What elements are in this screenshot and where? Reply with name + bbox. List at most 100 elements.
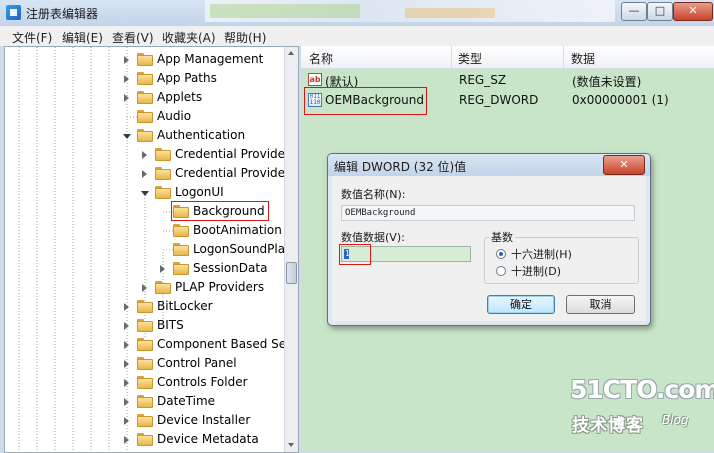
expand-arrow-icon[interactable] bbox=[124, 417, 129, 425]
tree-item[interactable]: Device Installer bbox=[5, 411, 283, 430]
hex-radio[interactable] bbox=[496, 249, 506, 259]
scrollbar-thumb[interactable] bbox=[286, 262, 297, 284]
selected-key-highlight bbox=[171, 201, 269, 221]
tree-item[interactable]: BITS bbox=[5, 316, 283, 335]
registry-tree[interactable]: App Management App Paths Applets Audio Authe… bbox=[4, 46, 299, 453]
tree-item-label: App Management bbox=[157, 52, 264, 66]
tree-item-label: Component Based Ser bbox=[157, 337, 292, 351]
value-name-field: OEMBackground bbox=[341, 205, 635, 221]
value-data: (数值未设置) bbox=[572, 75, 642, 89]
tree-item[interactable]: Control Panel bbox=[5, 354, 283, 373]
folder-icon bbox=[173, 243, 189, 256]
dialog-body: 数值名称(N): OEMBackground 数值数据(V): 1 基数 十六进… bbox=[332, 176, 646, 321]
folder-icon bbox=[155, 281, 171, 294]
folder-icon bbox=[137, 53, 153, 66]
tree-item[interactable]: App Paths bbox=[5, 69, 283, 88]
tree-item[interactable]: Component Based Ser bbox=[5, 335, 291, 354]
expand-arrow-icon[interactable] bbox=[124, 398, 129, 406]
cancel-button[interactable]: 取消 bbox=[566, 295, 635, 314]
folder-icon bbox=[137, 300, 153, 313]
menu-file[interactable]: 文件(F) bbox=[12, 29, 52, 46]
expand-arrow-icon[interactable] bbox=[142, 284, 147, 292]
expand-arrow-icon[interactable] bbox=[124, 75, 129, 83]
tree-vertical-scrollbar[interactable] bbox=[284, 47, 298, 452]
tree-item[interactable]: Authentication bbox=[5, 126, 283, 145]
folder-icon bbox=[137, 414, 153, 427]
column-type-header[interactable]: 类型 bbox=[458, 50, 482, 67]
folder-icon bbox=[137, 129, 153, 142]
column-name-header[interactable]: 名称 bbox=[309, 50, 333, 67]
tree-item-label: BITS bbox=[157, 318, 184, 332]
decimal-radio-label[interactable]: 十进制(D) bbox=[511, 263, 561, 279]
collapse-arrow-icon[interactable] bbox=[141, 191, 149, 196]
tree-item[interactable]: BitLocker bbox=[5, 297, 283, 316]
tree-item-label: Authentication bbox=[157, 128, 246, 142]
value-name-label: 数值名称(N): bbox=[341, 188, 406, 201]
folder-icon bbox=[155, 167, 171, 180]
tree-item-label: Credential Provider bbox=[175, 166, 290, 180]
tree-item-label: Device Installer bbox=[157, 413, 251, 427]
expand-arrow-icon[interactable] bbox=[124, 360, 129, 368]
list-header: 名称 类型 数据 bbox=[301, 46, 714, 69]
tree-item-label: LogonUI bbox=[175, 185, 224, 199]
edit-dword-dialog: 编辑 DWORD (32 位)值 ✕ 数值名称(N): OEMBackgroun… bbox=[327, 153, 651, 326]
hex-radio-label[interactable]: 十六进制(H) bbox=[511, 246, 572, 262]
tree-item[interactable]: Background bbox=[5, 201, 283, 221]
expand-arrow-icon[interactable] bbox=[124, 322, 129, 330]
menu-view[interactable]: 查看(V) bbox=[112, 29, 154, 46]
tree-item[interactable]: Credential Provider bbox=[5, 145, 290, 164]
expand-arrow-icon[interactable] bbox=[142, 170, 147, 178]
tree-item[interactable]: BootAnimation bbox=[5, 221, 283, 240]
background-window-strip bbox=[205, 0, 615, 22]
folder-icon bbox=[137, 338, 153, 351]
tree-item-label: BootAnimation bbox=[193, 223, 282, 237]
tree-item-label: PLAP Providers bbox=[175, 280, 265, 294]
dialog-title-bar[interactable]: 编辑 DWORD (32 位)值 ✕ bbox=[328, 154, 650, 176]
menu-help[interactable]: 帮助(H) bbox=[224, 29, 266, 46]
tree-item[interactable]: Applets bbox=[5, 88, 283, 107]
expand-arrow-icon[interactable] bbox=[124, 436, 129, 444]
tree-item-label: BitLocker bbox=[157, 299, 213, 313]
tree-item[interactable]: Audio bbox=[5, 107, 283, 126]
tree-item-label: Credential Provider bbox=[175, 147, 290, 161]
title-bar: 注册表编辑器 — □ ✕ bbox=[0, 0, 714, 27]
tree-item-label: Applets bbox=[157, 90, 203, 104]
regedit-app-icon bbox=[6, 5, 21, 20]
menu-bar: 文件(F) 编辑(E) 查看(V) 收藏夹(A) 帮助(H) bbox=[0, 26, 714, 47]
expand-arrow-icon[interactable] bbox=[124, 379, 129, 387]
menu-edit[interactable]: 编辑(E) bbox=[62, 29, 103, 46]
folder-icon bbox=[137, 395, 153, 408]
tree-item[interactable]: PLAP Providers bbox=[5, 278, 283, 297]
tree-item[interactable]: SessionData bbox=[5, 259, 283, 278]
column-data-header[interactable]: 数据 bbox=[571, 50, 595, 67]
menu-favorites[interactable]: 收藏夹(A) bbox=[162, 29, 216, 46]
tree-item[interactable]: Device Metadata bbox=[5, 430, 283, 449]
expand-arrow-icon[interactable] bbox=[124, 303, 129, 311]
tree-item[interactable]: Credential Provider bbox=[5, 164, 290, 183]
base-group-title: 基数 bbox=[489, 229, 515, 245]
expand-arrow-icon[interactable] bbox=[160, 265, 165, 273]
folder-icon bbox=[137, 319, 153, 332]
collapse-arrow-icon[interactable] bbox=[123, 134, 131, 139]
expand-arrow-icon[interactable] bbox=[142, 151, 147, 159]
tree-item-label: Controls Folder bbox=[157, 375, 248, 389]
tree-item[interactable]: Controls Folder bbox=[5, 373, 283, 392]
tree-item-label: SessionData bbox=[193, 261, 268, 275]
expand-arrow-icon[interactable] bbox=[124, 341, 129, 349]
tree-item[interactable]: LogonSoundPlay bbox=[5, 240, 292, 259]
expand-arrow-icon[interactable] bbox=[124, 56, 129, 64]
value-type: REG_DWORD bbox=[459, 93, 539, 107]
tree-item[interactable]: LogonUI bbox=[5, 183, 283, 202]
dialog-close-button[interactable]: ✕ bbox=[603, 155, 645, 175]
expand-arrow-icon[interactable] bbox=[124, 94, 129, 102]
folder-icon bbox=[137, 357, 153, 370]
scroll-down-arrow-icon[interactable] bbox=[288, 443, 294, 447]
decimal-radio[interactable] bbox=[496, 266, 506, 276]
ok-button[interactable]: 确定 bbox=[487, 295, 555, 314]
tree-item[interactable]: DateTime bbox=[5, 392, 283, 411]
tree-item[interactable]: App Management bbox=[5, 50, 283, 69]
scroll-up-arrow-icon[interactable] bbox=[288, 51, 294, 55]
minimize-button[interactable]: — bbox=[621, 2, 647, 21]
maximize-button[interactable]: □ bbox=[647, 2, 673, 21]
close-button[interactable]: ✕ bbox=[673, 2, 713, 21]
